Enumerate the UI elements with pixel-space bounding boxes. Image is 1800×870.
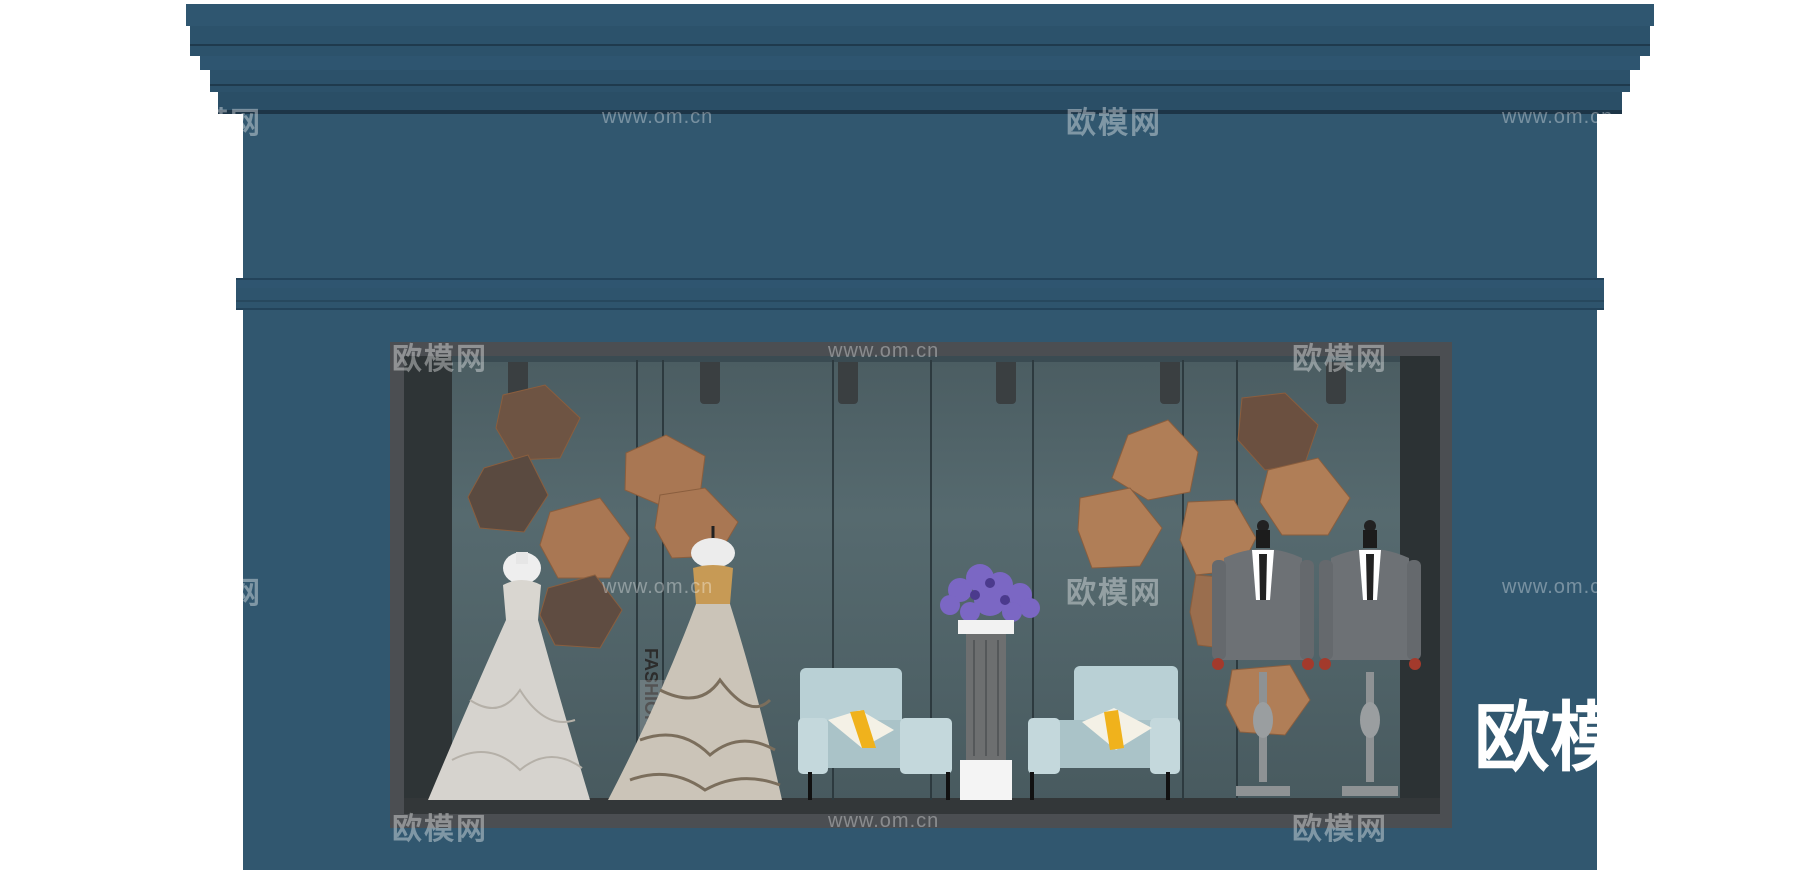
- watermark-brand: 欧模网: [166, 577, 262, 610]
- watermark-domain: www.om.cn: [1502, 576, 1614, 598]
- watermark-domain: www.om.cn: [1502, 106, 1614, 128]
- brand-logo-overlay: 欧模: [1474, 696, 1598, 781]
- wedding-dress-right: [608, 526, 782, 800]
- watermark-brand: 欧模网: [392, 343, 488, 376]
- flower-pedestal: [940, 564, 1040, 800]
- watermark-domain: www.om.cn: [828, 340, 940, 362]
- watermark-brand: 欧模网: [1292, 343, 1388, 376]
- watermark-brand: 欧模网: [1066, 107, 1162, 140]
- watermark-domain-partial: om.cn: [0, 340, 60, 362]
- watermark-domain-partial: om.cn: [0, 810, 60, 832]
- watermark-brand: 欧模网: [166, 107, 262, 140]
- watermark-domain: www.om.cn: [602, 576, 714, 598]
- watermark-domain-partial: www.: [1728, 810, 1780, 832]
- watermark-brand: 欧模网: [392, 813, 488, 846]
- armchair-right: [1028, 666, 1180, 800]
- watermark-domain: www.om.cn: [828, 810, 940, 832]
- watermark-domain-partial: www.: [1728, 340, 1780, 362]
- watermark-domain: www.om.cn: [602, 106, 714, 128]
- suit-mannequin-left: [1212, 520, 1314, 796]
- armchair-left: [798, 668, 952, 800]
- suit-mannequin-right: [1319, 520, 1421, 796]
- watermark-brand: 欧模网: [1292, 813, 1388, 846]
- watermark-brand: 欧模网: [1066, 577, 1162, 610]
